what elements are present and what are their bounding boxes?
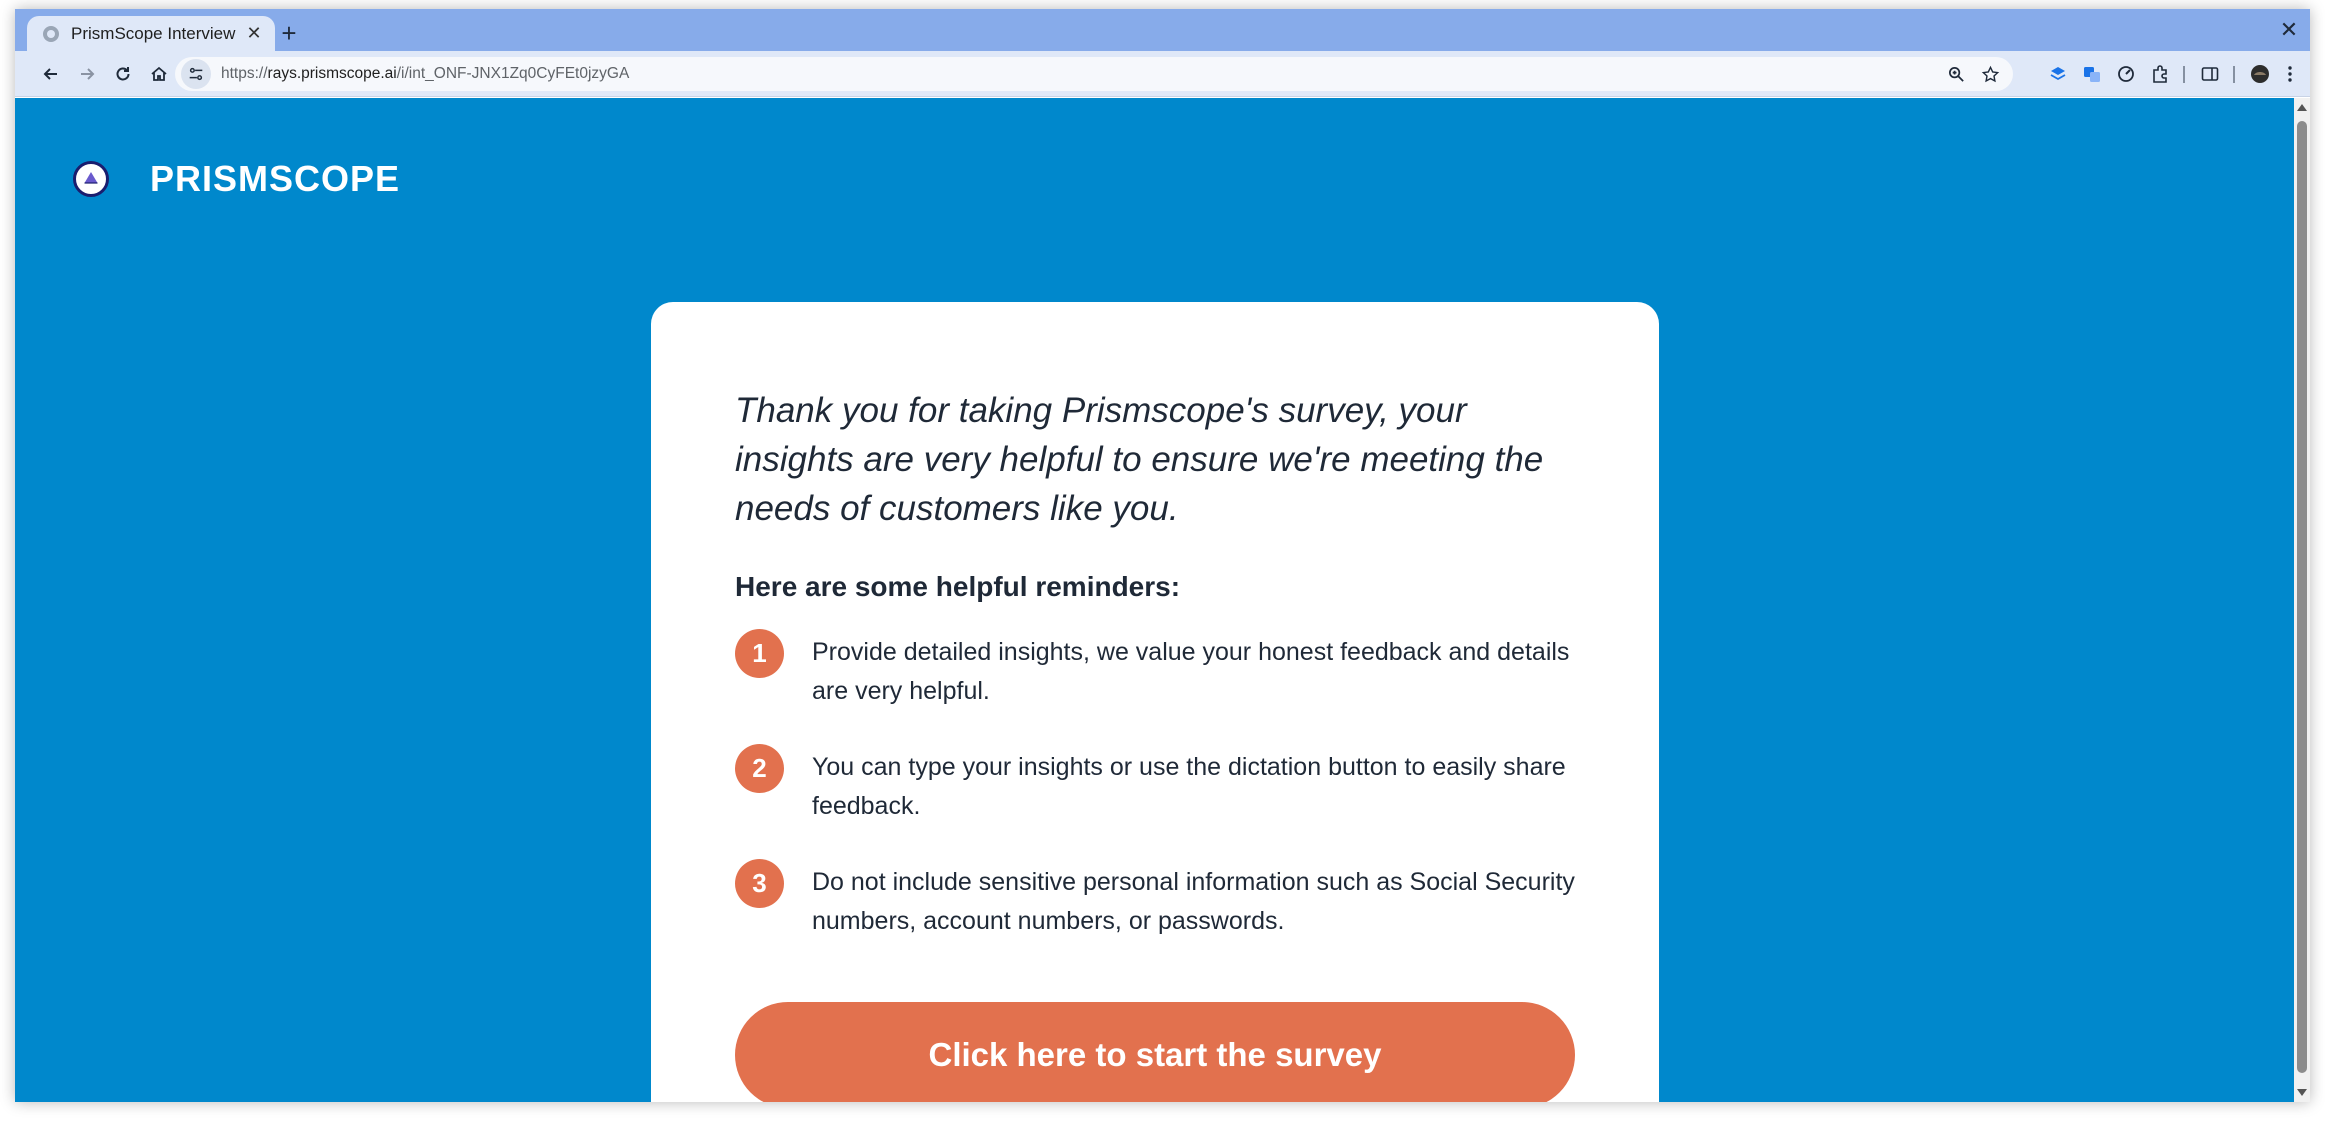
forward-button[interactable] [71,58,103,90]
back-button[interactable] [35,58,67,90]
reminder-text: Provide detailed insights, we value your… [812,638,1570,705]
reload-icon [116,67,130,81]
new-tab-button[interactable]: + [269,16,309,50]
reminder-list: 1 Provide detailed insights, we value yo… [735,629,1575,941]
list-item: 1 Provide detailed insights, we value yo… [735,629,1575,711]
survey-intro-card: Thank you for taking Prismscope's survey… [651,302,1659,1102]
performance-icon[interactable] [2113,61,2139,87]
scroll-down-arrow-icon[interactable] [2297,1089,2307,1096]
url-prefix: https:// [221,65,268,82]
bookmark-button[interactable] [1973,57,2007,91]
page-viewport: PRISMSCOPE Thank you for taking Prismsco… [15,98,2294,1102]
reminder-text: You can type your insights or use the di… [812,753,1566,820]
side-panel-icon[interactable] [2197,61,2223,87]
home-icon [151,66,167,81]
reminder-text: Do not include sensitive personal inform… [812,868,1575,935]
arrow-left-icon [43,68,57,80]
reminder-number-badge: 2 [735,744,784,793]
window-close-icon[interactable]: ✕ [2274,15,2304,45]
url-path: /i/int_ONF-JNX1Zq0CyFEt0jzyGA [396,65,630,82]
tab-prismscope-interview[interactable]: PrismScope Interview ✕ [27,16,275,51]
url-text: https://rays.prismscope.ai/i/int_ONF-JNX… [221,65,1939,83]
extension-blue-icon[interactable] [2045,61,2071,87]
url-host: rays.prismscope.ai [267,65,397,82]
tab-title: PrismScope Interview [71,23,236,43]
toolbar-separator [2183,66,2185,83]
translate-icon[interactable] [2079,61,2105,87]
reminder-number-badge: 1 [735,629,784,678]
address-bar[interactable]: https://rays.prismscope.ai/i/int_ONF-JNX… [175,57,2013,91]
kebab-menu-icon[interactable] [2277,61,2303,87]
arrow-right-icon [81,68,95,80]
intro-text: Thank you for taking Prismscope's survey… [735,391,1544,528]
reminders-heading: Here are some helpful reminders: [735,571,1181,602]
star-icon [1981,65,1999,82]
zoom-button[interactable] [1939,57,1973,91]
scroll-up-arrow-icon[interactable] [2297,104,2307,111]
scroll-thumb[interactable] [2297,121,2307,1073]
tab-close-icon[interactable]: ✕ [243,23,265,44]
list-item: 2 You can type your insights or use the … [735,744,1575,826]
home-button[interactable] [143,58,175,90]
prismscope-logo-icon [73,161,109,197]
browser-window: PrismScope Interview ✕ + ✕ https://rays.… [15,9,2310,1102]
puzzle-icon[interactable] [2147,61,2173,87]
site-info-button[interactable] [181,59,211,89]
start-survey-button[interactable]: Click here to start the survey [735,1002,1575,1102]
list-item: 3 Do not include sensitive personal info… [735,859,1575,941]
toolbar-separator [2233,66,2235,83]
brand-header: PRISMSCOPE [73,158,400,200]
reminder-number-badge: 3 [735,859,784,908]
reload-button[interactable] [107,58,139,90]
profile-avatar-icon[interactable] [2247,61,2273,87]
zoom-icon [1948,66,1964,82]
browser-toolbar: https://rays.prismscope.ai/i/int_ONF-JNX… [15,51,2310,97]
tab-strip: PrismScope Interview ✕ + ✕ [15,9,2310,51]
globe-icon [43,25,59,42]
brand-name: PRISMSCOPE [150,158,401,199]
page-scrollbar[interactable] [2294,98,2310,1102]
tune-icon [189,67,203,81]
